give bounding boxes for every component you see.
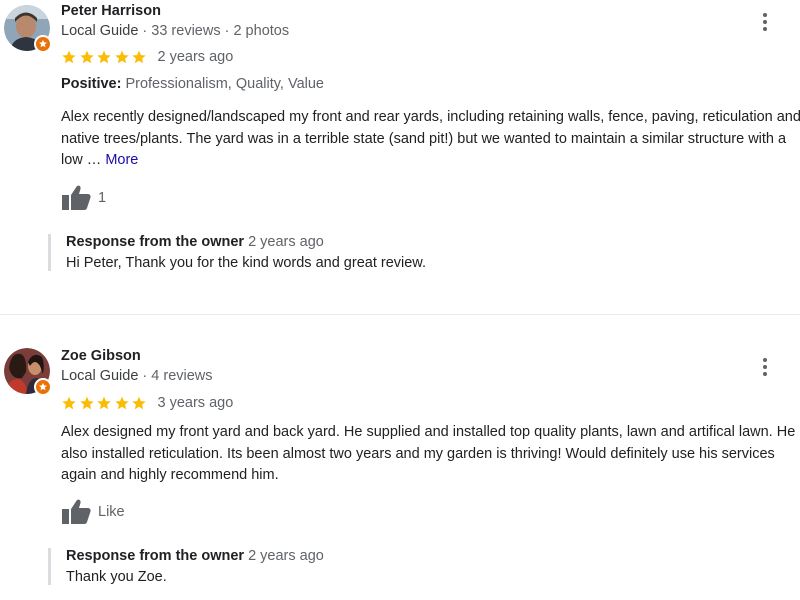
review-age: 3 years ago — [157, 395, 234, 411]
review-text: Alex recently designed/landscaped my fro… — [61, 107, 800, 172]
like-label: Like — [98, 504, 125, 520]
owner-response: Response from the owner 2 years ago Hi Pe… — [48, 234, 426, 271]
avatar[interactable] — [4, 348, 52, 396]
local-guide-label: Local Guide — [61, 368, 139, 384]
reviewer-meta: Local Guide · 33 reviews · 2 photos — [61, 23, 289, 39]
star-icon — [131, 395, 147, 411]
review-age: 2 years ago — [157, 49, 234, 65]
more-link[interactable]: More — [105, 152, 138, 168]
response-age: 2 years ago — [248, 548, 324, 564]
review-highlights: Positive: Professionalism, Quality, Valu… — [61, 76, 324, 92]
like-button[interactable]: Like — [61, 498, 125, 526]
local-guide-label: Local Guide — [61, 23, 139, 39]
reviewer-name[interactable]: Zoe Gibson — [61, 348, 141, 364]
response-age: 2 years ago — [248, 234, 324, 250]
reviewer-meta: Local Guide · 4 reviews — [61, 368, 213, 384]
response-text: Hi Peter, Thank you for the kind words a… — [66, 255, 427, 271]
response-header: Response from the owner 2 years ago — [66, 234, 426, 250]
review-text: Alex designed my front yard and back yar… — [61, 422, 800, 487]
reviewer-stats: · 33 reviews · 2 photos — [138, 23, 290, 39]
star-icon — [96, 395, 112, 411]
more-vert-icon[interactable] — [755, 10, 775, 34]
star-rating: 2 years ago — [61, 49, 233, 65]
review-divider — [0, 314, 800, 315]
thumbs-up-icon — [61, 498, 91, 526]
thumbs-up-icon — [61, 184, 91, 212]
star-icon — [131, 49, 147, 65]
star-icon — [114, 49, 130, 65]
star-icon — [96, 49, 112, 65]
reviewer-stats: · 4 reviews — [138, 368, 213, 384]
response-title: Response from the owner — [66, 234, 245, 250]
reviewer-name[interactable]: Peter Harrison — [61, 3, 161, 19]
response-header: Response from the owner 2 years ago — [66, 548, 324, 564]
local-guide-badge-icon — [34, 378, 52, 396]
star-icon — [114, 395, 130, 411]
star-icon — [61, 395, 77, 411]
avatar[interactable] — [4, 5, 52, 53]
response-text: Thank you Zoe. — [66, 569, 167, 585]
more-vert-icon[interactable] — [755, 355, 775, 379]
star-icon — [79, 49, 95, 65]
local-guide-badge-icon — [34, 35, 52, 53]
star-icon — [61, 49, 77, 65]
like-button[interactable]: 1 — [61, 184, 106, 212]
highlights-values: Professionalism, Quality, Value — [121, 76, 324, 92]
like-count: 1 — [98, 190, 107, 206]
review-body: Alex designed my front yard and back yar… — [61, 424, 796, 483]
owner-response: Response from the owner 2 years ago Thank… — [48, 548, 324, 585]
star-rating: 3 years ago — [61, 395, 233, 411]
response-title: Response from the owner — [66, 548, 245, 564]
star-icon — [79, 395, 95, 411]
highlights-label: Positive: — [61, 76, 122, 92]
review-body: Alex recently designed/landscaped my fro… — [61, 109, 800, 168]
